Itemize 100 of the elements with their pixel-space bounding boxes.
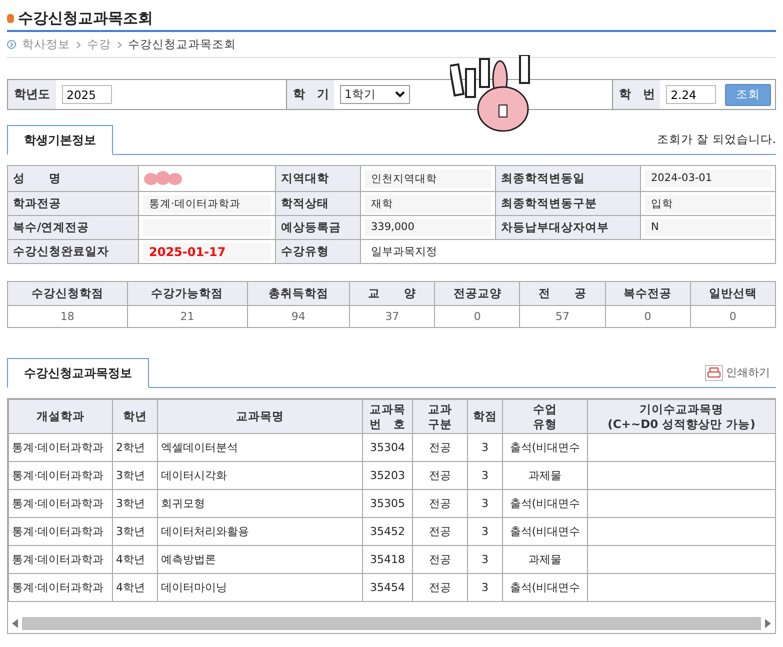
print-button[interactable]: 인쇄하기 bbox=[699, 364, 776, 382]
breadcrumb-link[interactable]: 수강신청교과목조회 bbox=[128, 37, 236, 52]
table-cell: 데이터처리와활용 bbox=[158, 518, 362, 546]
field-label: 지역대학 bbox=[276, 166, 360, 192]
tab[interactable]: 학생기본정보 bbox=[7, 125, 113, 155]
field-value: 339,000 bbox=[365, 219, 491, 236]
table-cell: 엑셀데이터분석 bbox=[158, 434, 362, 462]
table-cell: 3 bbox=[468, 434, 502, 462]
table-cell: 94 bbox=[247, 306, 350, 328]
field-label: 최종학적변동구분 bbox=[496, 192, 640, 216]
column-header: 수강가능학점 bbox=[127, 282, 248, 306]
table-cell: 35203 bbox=[362, 462, 412, 490]
table-cell: 3 bbox=[468, 462, 502, 490]
chevron-icon bbox=[76, 40, 81, 48]
field-label: 수강신청완료일자 bbox=[8, 240, 138, 264]
field-value: N bbox=[645, 219, 771, 236]
table-cell: 전공 bbox=[412, 490, 468, 518]
table-cell: 과제물 bbox=[502, 462, 588, 490]
scroll-left-icon[interactable] bbox=[11, 619, 19, 628]
table-cell: 전공 bbox=[412, 518, 468, 546]
field-label: 수강유형 bbox=[276, 240, 360, 264]
field-value: 2025-01-17 bbox=[143, 242, 271, 260]
column-header: 교 양 bbox=[350, 282, 435, 306]
field-label: 차등납부대상자여부 bbox=[496, 216, 640, 240]
tab[interactable]: 수강신청교과목정보 bbox=[7, 358, 149, 388]
table-cell: 3 bbox=[468, 518, 502, 546]
year-label: 학년도 bbox=[8, 80, 56, 109]
home-icon bbox=[7, 40, 16, 49]
table-cell: 통계·데이터과학과 bbox=[8, 434, 112, 462]
table-cell: 21 bbox=[127, 306, 248, 328]
table-cell: 통계·데이터과학과 bbox=[8, 490, 112, 518]
column-header: 전공교양 bbox=[434, 282, 520, 306]
table-cell: 35454 bbox=[362, 574, 412, 602]
student-id-label: 학 번 bbox=[612, 80, 660, 109]
field-value: 2024-03-01 bbox=[645, 170, 771, 187]
table-cell: 출석(비대면수 bbox=[502, 490, 588, 518]
table-cell: 18 bbox=[8, 306, 128, 328]
field-value: 일부과목지정 bbox=[370, 245, 438, 258]
table-cell: 3 bbox=[468, 490, 502, 518]
column-header: 교과 구분 bbox=[412, 400, 468, 434]
table-cell: 3학년 bbox=[112, 462, 158, 490]
column-header: 교과목명 bbox=[158, 400, 362, 434]
term-select[interactable]: 1학기 bbox=[340, 85, 410, 104]
table-cell: 57 bbox=[520, 306, 606, 328]
table-cell: 35452 bbox=[362, 518, 412, 546]
table-cell: 전공 bbox=[412, 434, 468, 462]
column-header: 수강신청학점 bbox=[8, 282, 128, 306]
table-cell: 4학년 bbox=[112, 546, 158, 574]
table-cell: 37 bbox=[350, 306, 435, 328]
scroll-right-icon[interactable] bbox=[764, 619, 772, 628]
table-cell: 0 bbox=[690, 306, 776, 328]
status-message: 조회가 잘 되었습니다. bbox=[657, 132, 776, 147]
term-label: 학 기 bbox=[286, 80, 334, 109]
table-cell: 3학년 bbox=[112, 490, 158, 518]
breadcrumb-link[interactable]: 수강 bbox=[87, 37, 111, 52]
column-header: 기이수교과목명 (C+~D0 성적향상만 가능) bbox=[588, 400, 775, 434]
field-label: 성 명 bbox=[8, 166, 138, 192]
table-cell: 4학년 bbox=[112, 574, 158, 602]
column-header: 교과목 번 호 bbox=[362, 400, 412, 434]
table-cell: 3학년 bbox=[112, 518, 158, 546]
table-cell: 통계·데이터과학과 bbox=[8, 574, 112, 602]
student-id-field[interactable]: 2.24 bbox=[666, 85, 716, 104]
table-cell: 과제물 bbox=[502, 546, 588, 574]
field-label: 학적상태 bbox=[276, 192, 360, 216]
table-cell: 0 bbox=[434, 306, 520, 328]
column-header: 총취득학점 bbox=[247, 282, 350, 306]
table-cell: 회귀모형 bbox=[158, 490, 362, 518]
field-label: 최종학적변동일 bbox=[496, 166, 640, 192]
table-cell: 출석(비대면수 bbox=[502, 574, 588, 602]
field-value: 인천지역대학 bbox=[365, 170, 491, 188]
table-cell: 35305 bbox=[362, 490, 412, 518]
chevron-icon bbox=[117, 40, 122, 48]
table-cell: 데이터마이닝 bbox=[158, 574, 362, 602]
table-cell: 통계·데이터과학과 bbox=[8, 518, 112, 546]
column-header: 복수전공 bbox=[605, 282, 690, 306]
table-cell: 통계·데이터과학과 bbox=[8, 546, 112, 574]
year-field[interactable]: 2025 bbox=[62, 85, 112, 104]
column-header: 일반선택 bbox=[690, 282, 776, 306]
title-bullet-icon bbox=[7, 14, 14, 22]
table-cell: 데이터시각화 bbox=[158, 462, 362, 490]
column-header: 개설학과 bbox=[8, 400, 112, 434]
field-value: 재학 bbox=[365, 194, 491, 212]
table-cell: 예측방법론 bbox=[158, 546, 362, 574]
table-cell: 35304 bbox=[362, 434, 412, 462]
chevron-down-icon bbox=[394, 91, 405, 98]
table-cell: 출석(비대면수 bbox=[502, 434, 588, 462]
column-header: 수업 유형 bbox=[502, 400, 588, 434]
breadcrumb-link[interactable]: 학사정보 bbox=[22, 37, 70, 52]
table-cell: 전공 bbox=[412, 546, 468, 574]
table-cell: 35418 bbox=[362, 546, 412, 574]
field-value: 통계·데이터과학과 bbox=[143, 194, 271, 212]
field-label: 예상등록금 bbox=[276, 216, 360, 240]
field-label: 학과전공 bbox=[8, 192, 138, 216]
table-cell: 3 bbox=[468, 546, 502, 574]
table-cell: 출석(비대면수 bbox=[502, 518, 588, 546]
field-value: 입학 bbox=[645, 194, 771, 212]
table-cell: 통계·데이터과학과 bbox=[8, 462, 112, 490]
column-header: 학점 bbox=[468, 400, 502, 434]
table-cell: 전공 bbox=[412, 462, 468, 490]
printer-icon bbox=[705, 364, 723, 380]
